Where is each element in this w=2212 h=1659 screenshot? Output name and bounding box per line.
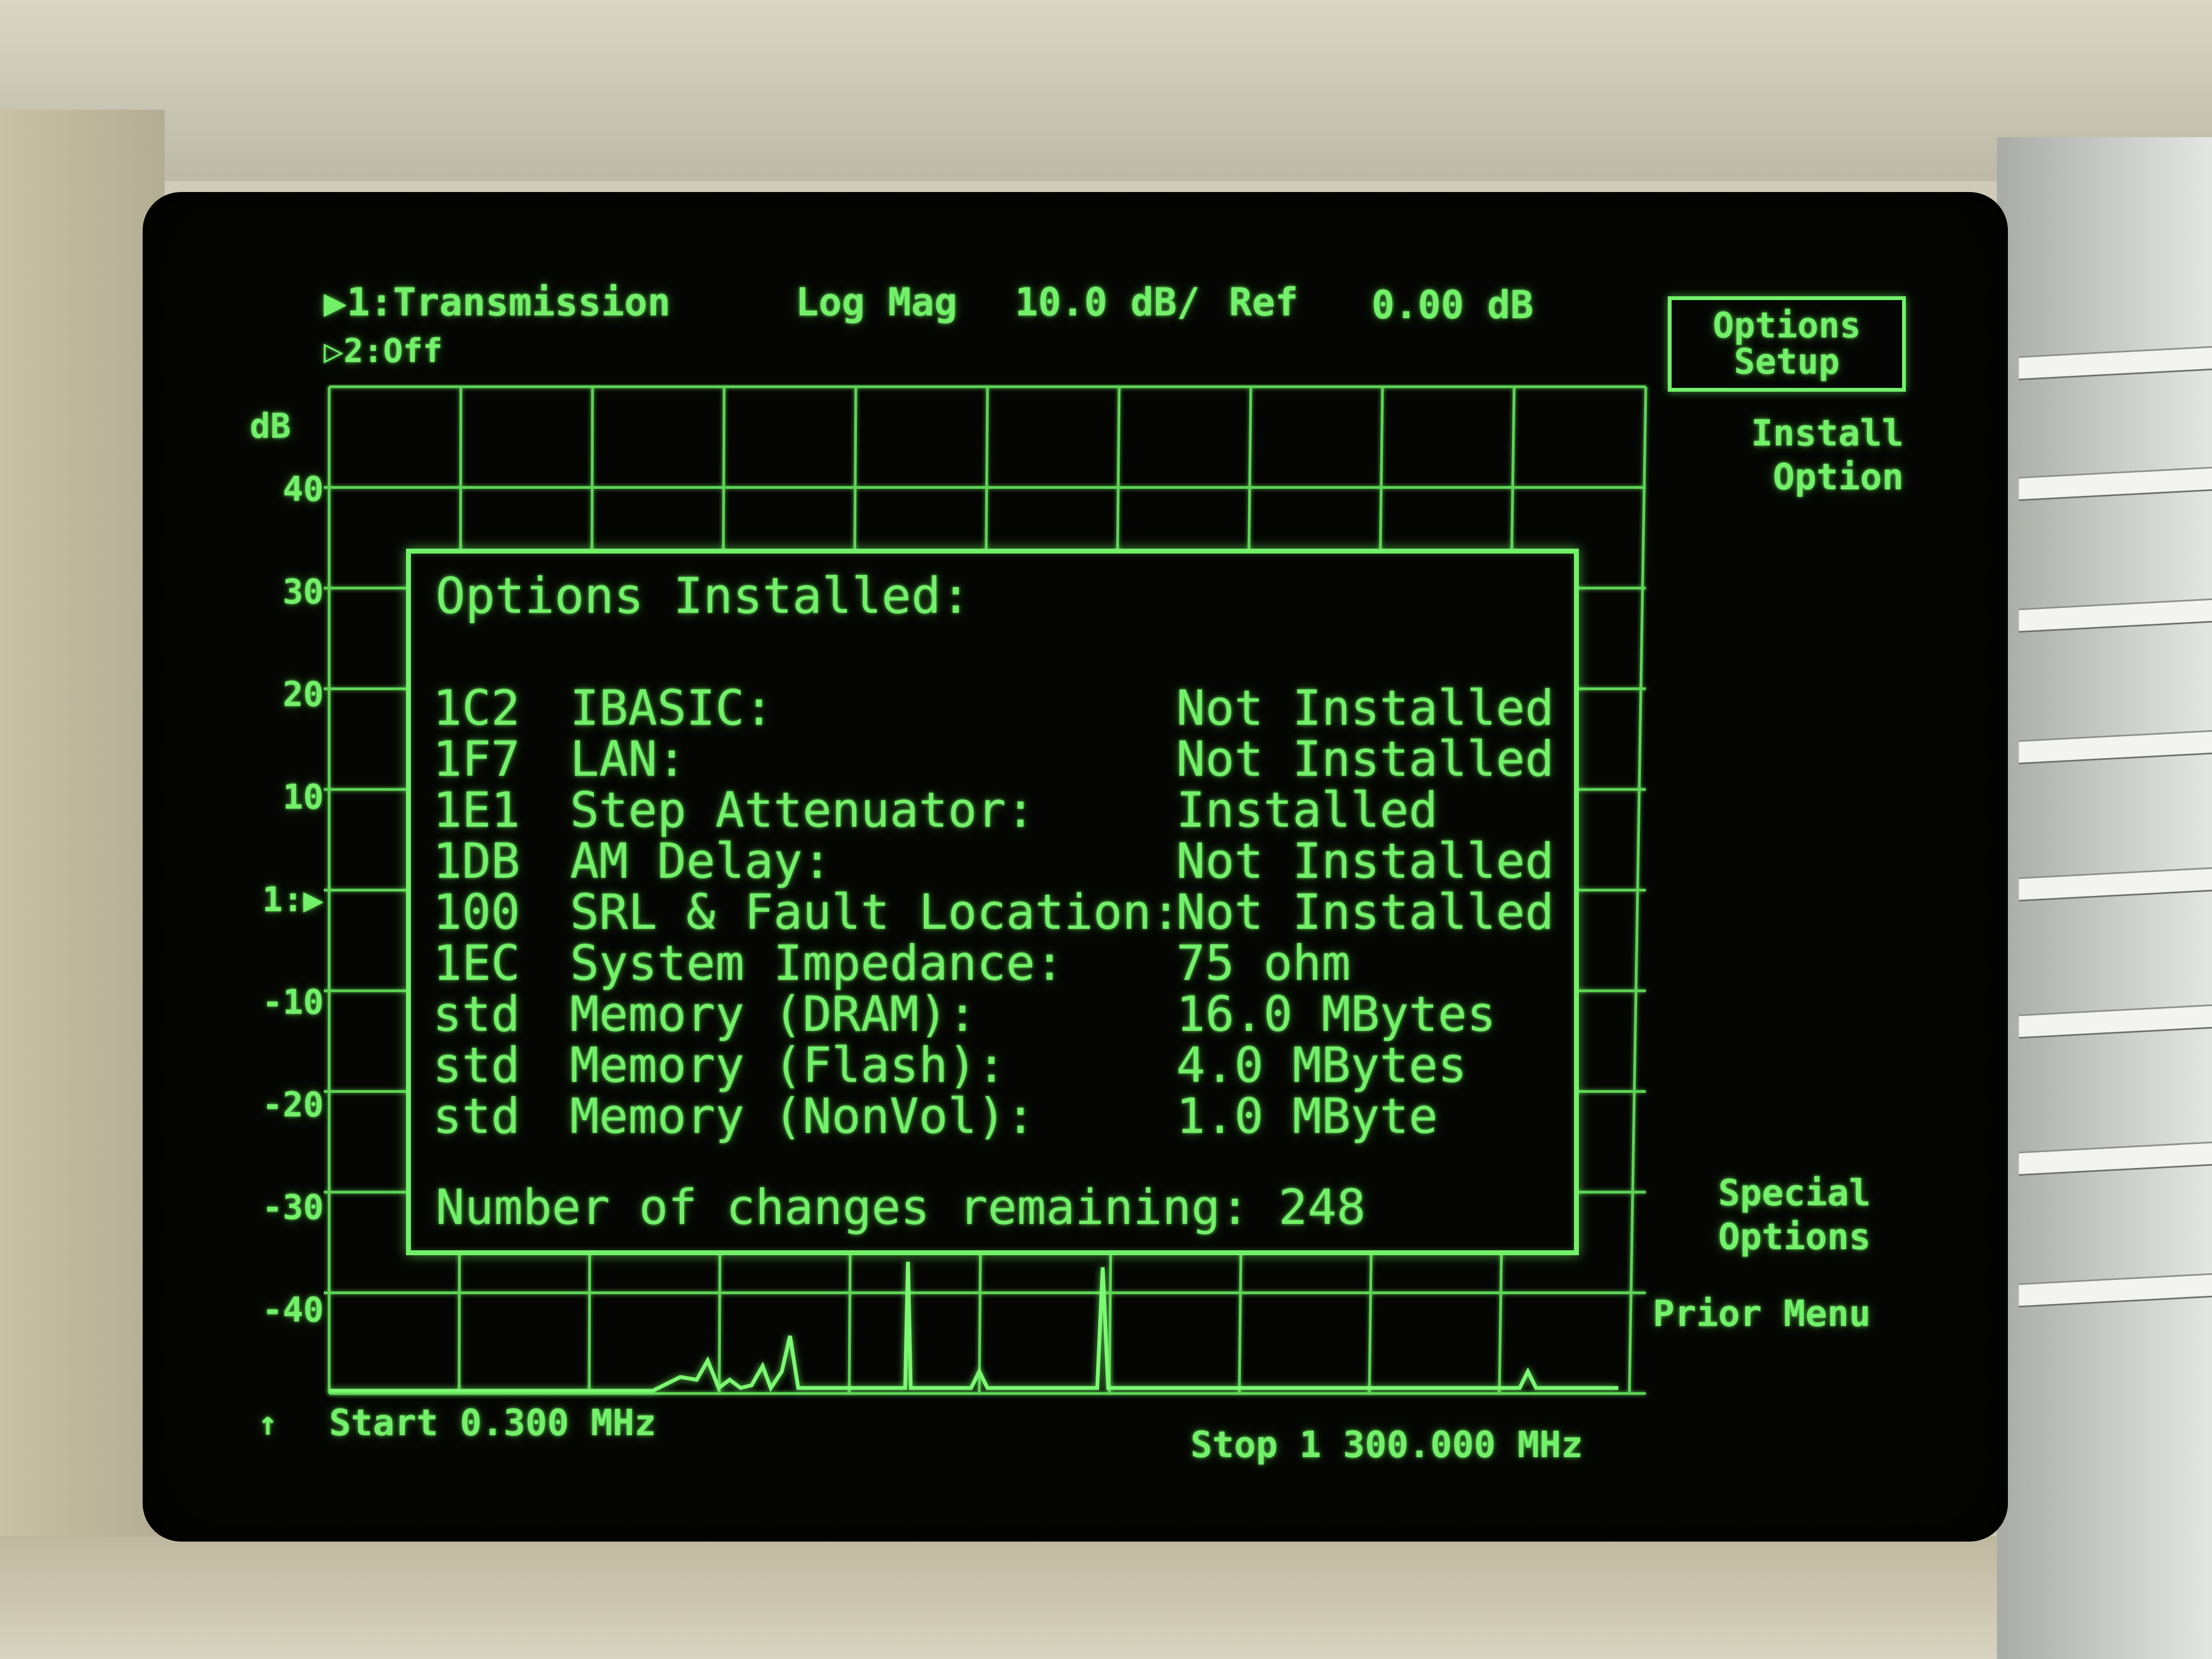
option-status: 1.0 MByte	[1176, 1088, 1438, 1144]
option-status: Installed	[1176, 782, 1438, 838]
y-tick-label: -10	[262, 982, 324, 1022]
option-code: 1C2	[433, 680, 520, 736]
option-status: 16.0 MBytes	[1176, 986, 1496, 1042]
monitor-bezel-bottom	[0, 1536, 2212, 1659]
option-code: 1E1	[433, 782, 520, 838]
option-code: std	[433, 1088, 520, 1144]
y-tick-label: -20	[262, 1085, 324, 1125]
option-status: Not Installed	[1176, 680, 1554, 736]
option-status: Not Installed	[1176, 731, 1554, 787]
special-options-softkey[interactable]: Special Options	[1640, 1171, 1871, 1259]
option-row: 1DB AM Delay: Not Installed	[433, 833, 1574, 889]
stop-frequency: Stop 1 300.000 MHz	[1190, 1424, 1583, 1466]
prior-menu-softkey[interactable]: Prior Menu	[1640, 1292, 1871, 1336]
options-setup-line-2: Setup	[1734, 342, 1840, 382]
options-setup-softkey[interactable]: Options Setup	[1668, 296, 1906, 392]
marker-arrow-icon: ↑	[258, 1404, 278, 1443]
channel2-label: ▷2:Off	[324, 332, 443, 370]
y-tick-label: 40	[283, 469, 324, 509]
option-row: 100 SRL & Fault Location: Not Installed	[433, 884, 1574, 940]
scale-label: 10.0 dB/	[1015, 280, 1200, 325]
option-name: Memory (NonVol):	[570, 1088, 1035, 1144]
monitor-bezel-left	[0, 110, 165, 1659]
option-status: Not Installed	[1176, 833, 1554, 889]
option-status: 4.0 MBytes	[1176, 1037, 1467, 1093]
install-option-softkey[interactable]: Install Option	[1673, 411, 1904, 499]
option-name: IBASIC:	[570, 680, 774, 736]
option-code: 1EC	[433, 935, 520, 991]
y-tick-label: -30	[262, 1187, 324, 1227]
option-row: 1C2 IBASIC: Not Installed	[433, 680, 1574, 736]
dialog-title: Options Installed:	[436, 567, 971, 625]
option-row: 1F7 LAN: Not Installed	[433, 731, 1574, 787]
y-tick-label: 20	[283, 674, 324, 714]
axis-unit: dB	[250, 406, 291, 446]
option-code: 1DB	[433, 833, 520, 889]
option-code: std	[433, 1037, 520, 1093]
y-tick-label: -40	[262, 1290, 324, 1330]
y-tick-label: 30	[283, 572, 324, 612]
option-row: std Memory (NonVol): 1.0 MByte	[433, 1088, 1574, 1144]
option-row: 1EC System Impedance: 75 ohm	[433, 935, 1574, 991]
option-code: std	[433, 986, 520, 1042]
option-name: LAN:	[570, 731, 686, 787]
ref-value: 0.00 dB	[1372, 283, 1534, 328]
y-tick-label: 10	[283, 777, 324, 817]
option-row: std Memory (Flash): 4.0 MBytes	[433, 1037, 1574, 1093]
ref-label: Ref	[1229, 280, 1299, 325]
monitor-bezel-top	[0, 0, 2212, 181]
start-frequency: Start 0.300 MHz	[329, 1402, 657, 1444]
y-tick-label: 1:▶	[262, 879, 324, 919]
option-name: Memory (DRAM):	[570, 986, 977, 1042]
options-installed-dialog: Options Installed: 1C2 IBASIC: Not Install…	[406, 549, 1579, 1255]
channel1-label: ▶1:Transmission	[324, 280, 671, 325]
option-code: 1F7	[433, 731, 520, 787]
format-label: Log Mag	[795, 280, 958, 325]
option-row: std Memory (DRAM): 16.0 MBytes	[433, 986, 1574, 1042]
option-name: Memory (Flash):	[570, 1037, 1006, 1093]
option-row: 1E1 Step Attenuator: Installed	[433, 782, 1574, 838]
option-code: 100	[433, 884, 520, 940]
option-status: 75 ohm	[1176, 935, 1351, 991]
option-name: Step Attenuator:	[570, 782, 1035, 838]
options-setup-line-1: Options	[1713, 306, 1861, 346]
option-name: System Impedance:	[570, 935, 1064, 991]
option-name: SRL & Fault Location:	[570, 884, 1181, 940]
option-status: Not Installed	[1176, 884, 1554, 940]
option-name: AM Delay:	[570, 833, 832, 889]
transmission-trace	[329, 1261, 1618, 1393]
changes-remaining: Number of changes remaining: 248	[436, 1179, 1366, 1235]
